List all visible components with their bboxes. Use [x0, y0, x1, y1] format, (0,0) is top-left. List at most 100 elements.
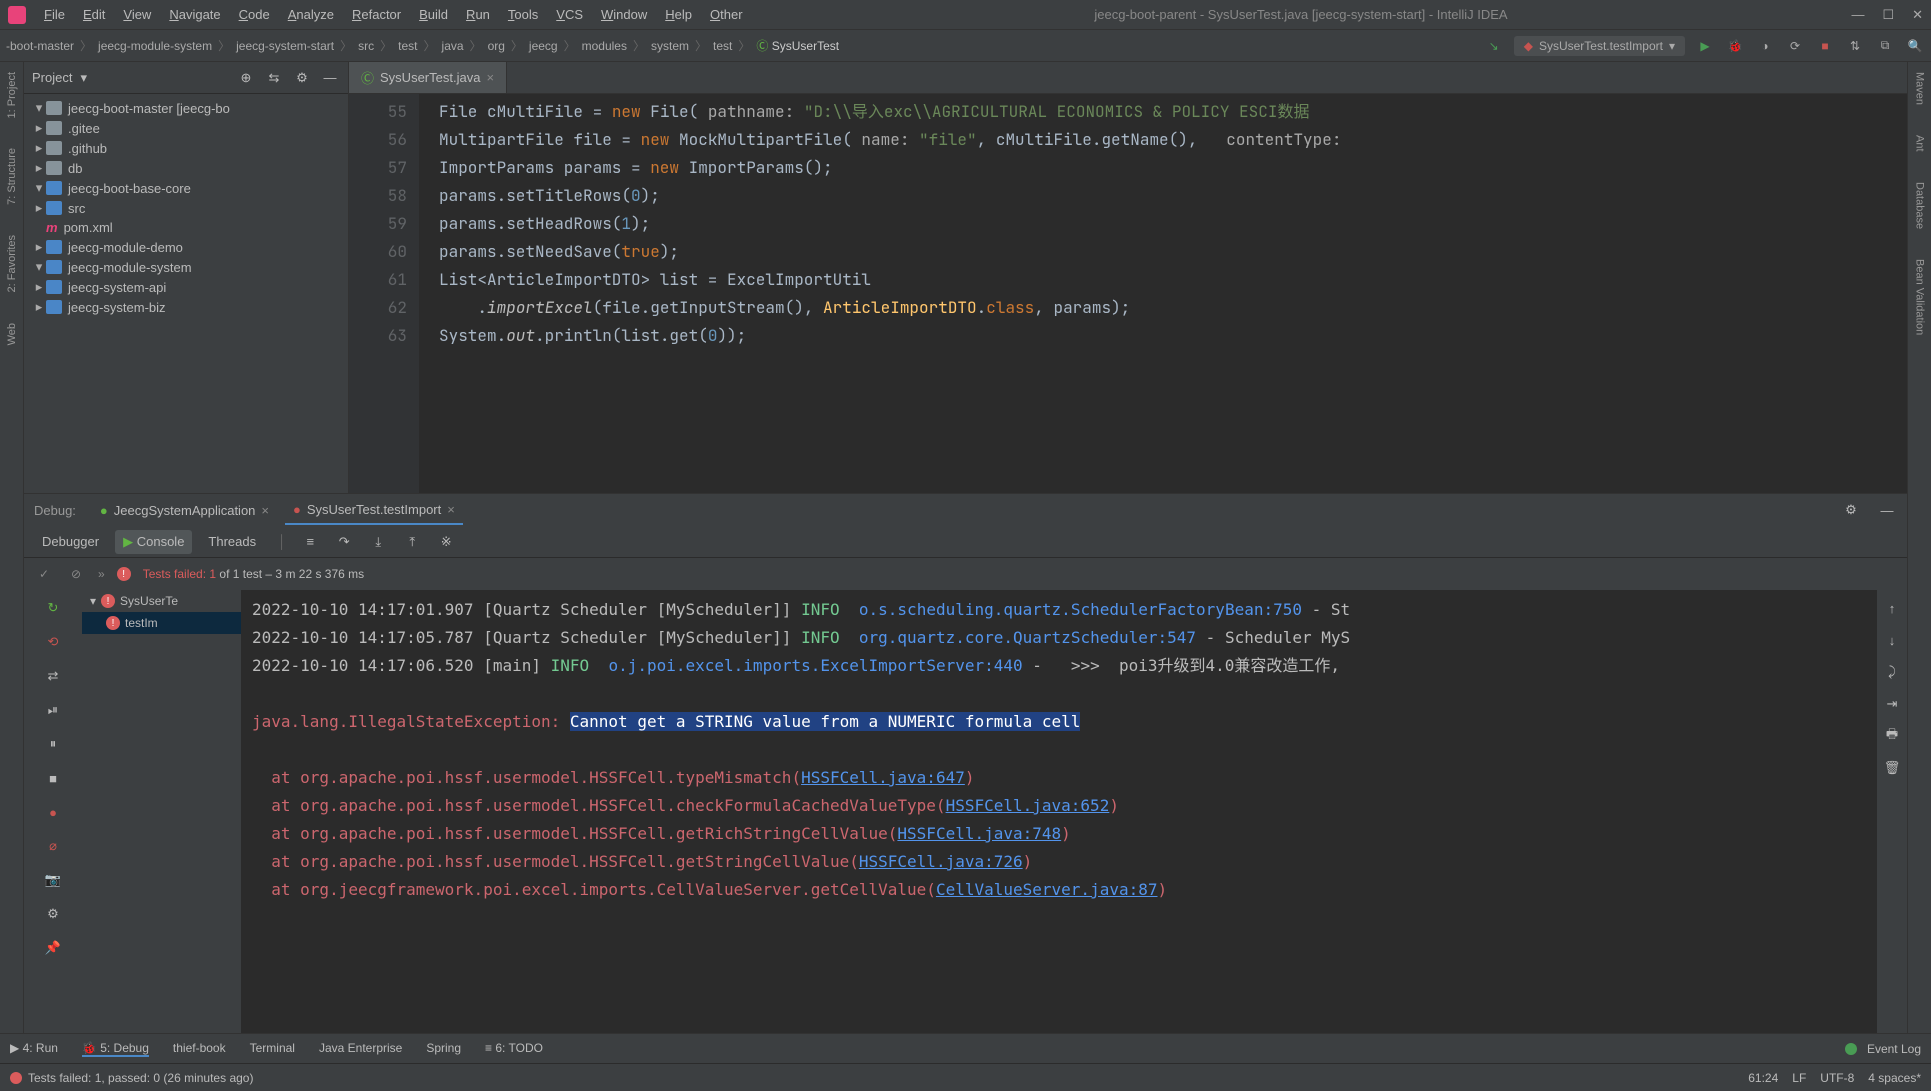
breadcrumb-item[interactable]: org	[488, 39, 505, 53]
breadcrumb-item[interactable]: jeecg-system-start	[236, 39, 334, 53]
step-into-icon[interactable]: ↷	[334, 532, 354, 552]
menu-refactor[interactable]: Refactor	[344, 3, 409, 26]
maximize-button[interactable]: ☐	[1882, 7, 1894, 23]
console-output[interactable]: 2022-10-10 14:17:01.907 [Quartz Schedule…	[242, 590, 1877, 1033]
bottom-tool-button[interactable]: 🐞 5: Debug	[82, 1041, 149, 1057]
debug-sub-tab[interactable]: Threads	[200, 530, 264, 554]
rerun-icon[interactable]: ↻	[43, 598, 63, 618]
breadcrumb-item[interactable]: Ⓒ SysUserTest	[756, 37, 839, 54]
locate-icon[interactable]: ⊕	[236, 68, 256, 88]
camera-icon[interactable]: 📷	[43, 870, 63, 890]
tree-node[interactable]: ▸src	[24, 198, 348, 218]
search-everywhere-button[interactable]: ⧉	[1875, 36, 1895, 56]
stop-icon[interactable]: ■	[43, 768, 63, 788]
breadcrumb-item[interactable]: java	[442, 39, 464, 53]
export-log-icon[interactable]: ⇥	[1882, 694, 1902, 714]
bottom-tool-button[interactable]: ▶ 4: Run	[10, 1041, 58, 1057]
close-button[interactable]: ✕	[1912, 7, 1923, 23]
build-icon[interactable]: ↘	[1484, 36, 1504, 56]
debug-session-tab[interactable]: ●JeecgSystemApplication×	[92, 496, 277, 525]
menu-analyze[interactable]: Analyze	[280, 3, 342, 26]
breakpoint-icon[interactable]: ●	[43, 802, 63, 822]
event-log-button[interactable]: Event Log	[1867, 1042, 1921, 1056]
bottom-tool-button[interactable]: ≡ 6: TODO	[485, 1041, 543, 1057]
tree-node[interactable]: ▸db	[24, 158, 348, 178]
stop-button[interactable]: ■	[1815, 36, 1835, 56]
run-button[interactable]: ▶	[1695, 36, 1715, 56]
scroll-down-icon[interactable]: ↓	[1882, 630, 1902, 650]
scroll-up-icon[interactable]: ↑	[1882, 598, 1902, 618]
bottom-tool-button[interactable]: Terminal	[250, 1041, 295, 1057]
test-tree[interactable]: ▾ !SysUserTe!testIm	[82, 590, 242, 1033]
menu-window[interactable]: Window	[593, 3, 655, 26]
breadcrumb-item[interactable]: -boot-master	[6, 39, 74, 53]
menu-other[interactable]: Other	[702, 3, 751, 26]
close-tab-icon[interactable]: ×	[486, 70, 494, 85]
bottom-tool-button[interactable]: thief-book	[173, 1041, 226, 1057]
gear-icon[interactable]: ⚙	[292, 68, 312, 88]
breadcrumb-item[interactable]: src	[358, 39, 374, 53]
status-bar-item[interactable]: UTF-8	[1820, 1071, 1854, 1085]
step-over-icon[interactable]: ≡	[300, 532, 320, 552]
menu-help[interactable]: Help	[657, 3, 700, 26]
profile-button[interactable]: ⟳	[1785, 36, 1805, 56]
wrap-icon[interactable]: ⤸	[1882, 662, 1902, 682]
debug-session-tab[interactable]: ●SysUserTest.testImport×	[285, 496, 463, 525]
run-configuration-selector[interactable]: ◆ SysUserTest.testImport ▾	[1514, 36, 1685, 56]
debug-sub-tab[interactable]: ▶ Console	[115, 530, 192, 554]
tool-window-button[interactable]: Maven	[1914, 72, 1926, 105]
resume-icon[interactable]: ⏯	[43, 700, 63, 720]
menu-navigate[interactable]: Navigate	[161, 3, 228, 26]
tree-node[interactable]: ▸jeecg-system-api	[24, 277, 348, 297]
tree-node[interactable]: ▾jeecg-boot-base-core	[24, 178, 348, 198]
bottom-tool-button[interactable]: Spring	[426, 1041, 461, 1057]
collapse-icon[interactable]: ⇆	[264, 68, 284, 88]
status-bar-item[interactable]: 61:24	[1748, 1071, 1778, 1085]
chevron-down-icon[interactable]: ▾	[80, 70, 87, 86]
tool-window-button[interactable]: Ant	[1914, 135, 1926, 152]
tool-window-button[interactable]: 1: Project	[6, 72, 18, 118]
breadcrumb-item[interactable]: test	[713, 39, 732, 53]
tree-node[interactable]: ▾jeecg-boot-master [jeecg-bo	[24, 98, 348, 118]
minimize-panel-icon[interactable]: —	[1877, 500, 1897, 520]
tree-node[interactable]: mpom.xml	[24, 218, 348, 237]
pin-icon[interactable]: 📌	[43, 938, 63, 958]
project-tree[interactable]: ▾jeecg-boot-master [jeecg-bo▸.gitee▸.git…	[24, 94, 348, 493]
status-bar-item[interactable]: LF	[1792, 1071, 1806, 1085]
cancel-icon[interactable]: ⊘	[66, 564, 86, 584]
pause-icon[interactable]: ⏸	[43, 734, 63, 754]
debug-sub-tab[interactable]: Debugger	[34, 530, 107, 554]
tool-window-button[interactable]: Database	[1914, 182, 1926, 229]
test-tree-node[interactable]: ▾ !SysUserTe	[82, 590, 241, 612]
gear-icon[interactable]: ⚙	[1841, 500, 1861, 520]
menu-tools[interactable]: Tools	[500, 3, 546, 26]
menu-code[interactable]: Code	[231, 3, 278, 26]
tool-window-button[interactable]: 2: Favorites	[6, 235, 18, 292]
menu-build[interactable]: Build	[411, 3, 456, 26]
tree-node[interactable]: ▸.gitee	[24, 118, 348, 138]
coverage-button[interactable]: ◑	[1755, 36, 1775, 56]
settings-icon[interactable]: ⚙	[43, 904, 63, 924]
export-icon[interactable]: ⤒	[402, 532, 422, 552]
rerun-failed-icon[interactable]: ⟲	[43, 632, 63, 652]
print-icon[interactable]: 🖶	[1882, 726, 1902, 746]
menu-edit[interactable]: Edit	[75, 3, 113, 26]
menu-vcs[interactable]: VCS	[548, 3, 591, 26]
check-icon[interactable]: ✓	[34, 564, 54, 584]
tool-window-button[interactable]: Web	[6, 323, 18, 345]
test-tree-node[interactable]: !testIm	[82, 612, 241, 634]
update-button[interactable]: ⇅	[1845, 36, 1865, 56]
tool-window-button[interactable]: Bean Validation	[1914, 259, 1926, 335]
debug-button[interactable]: 🐞	[1725, 36, 1745, 56]
tree-node[interactable]: ▸jeecg-module-demo	[24, 237, 348, 257]
code-editor[interactable]: 555657585960616263 File cMultiFile = new…	[349, 94, 1907, 493]
search-button[interactable]: 🔍	[1905, 36, 1925, 56]
mute-icon[interactable]: ⌀	[43, 836, 63, 856]
menu-file[interactable]: File	[36, 3, 73, 26]
tree-node[interactable]: ▾jeecg-module-system	[24, 257, 348, 277]
toggle-icon[interactable]: ⇄	[43, 666, 63, 686]
breadcrumb-item[interactable]: jeecg	[529, 39, 558, 53]
minimize-button[interactable]: —	[1851, 7, 1864, 23]
menu-run[interactable]: Run	[458, 3, 498, 26]
clear-icon[interactable]: 🗑	[1882, 758, 1902, 778]
